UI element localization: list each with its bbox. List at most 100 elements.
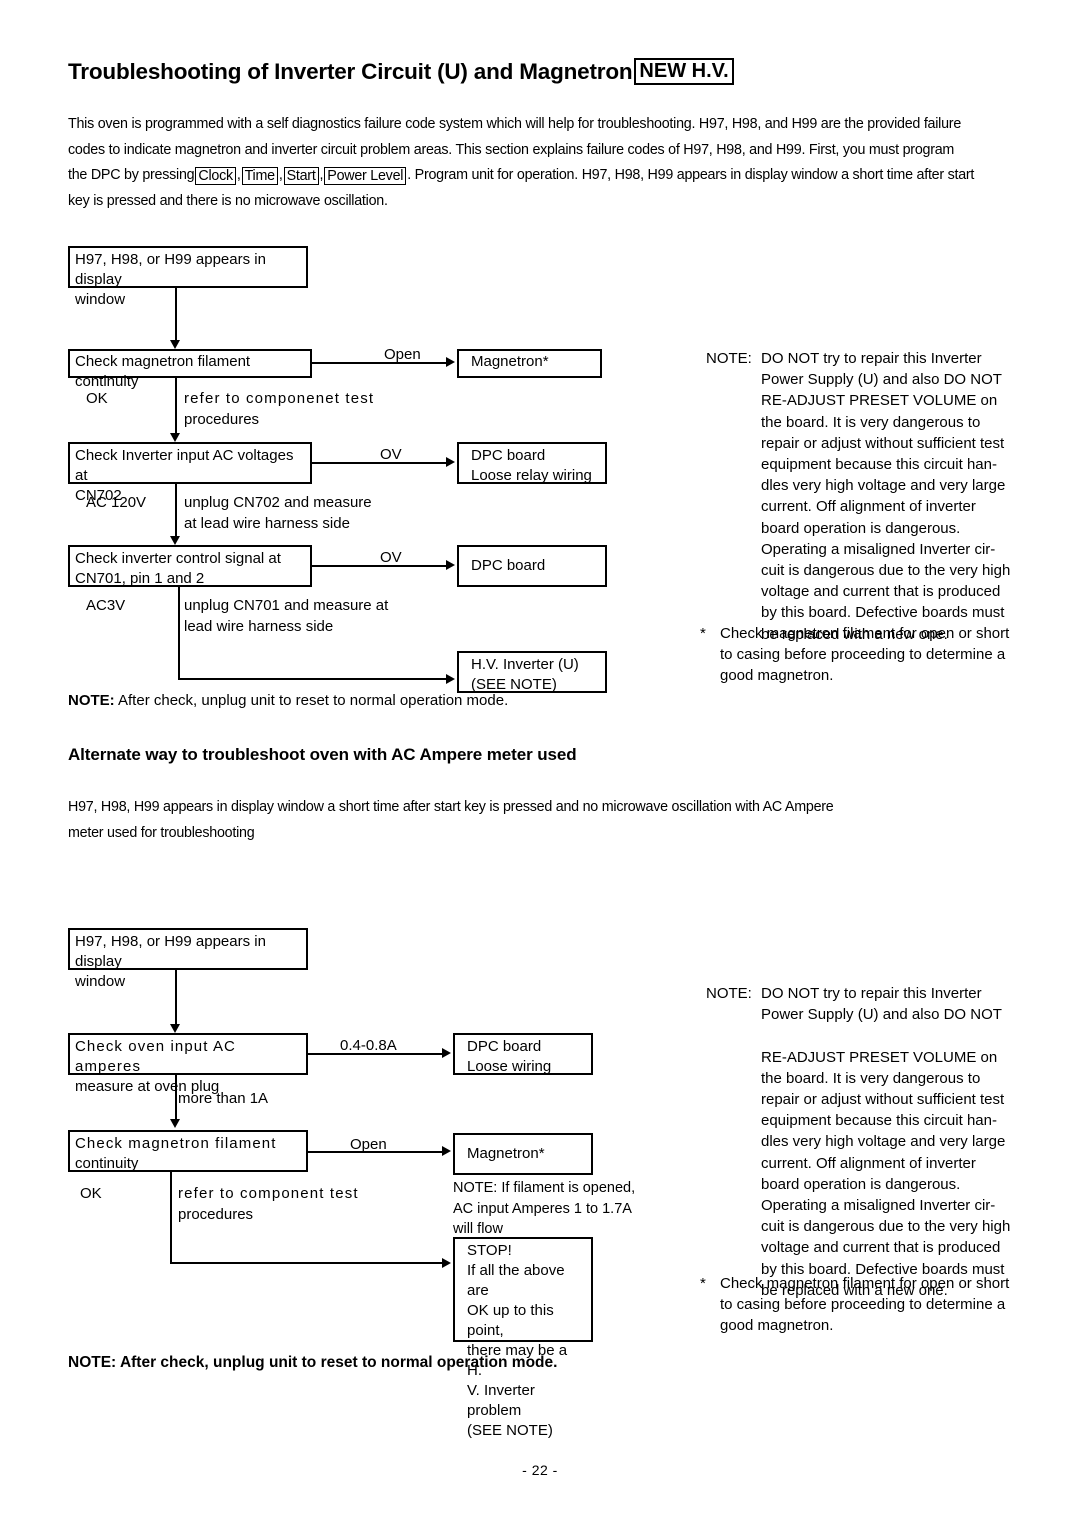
flow2-arrow-1 (170, 1024, 180, 1033)
flow2-arrow-3 (442, 1258, 451, 1268)
note2-indent-1 (706, 1004, 761, 1025)
note1-indent-1 (706, 369, 761, 390)
note1-row-3: the board. It is very dangerous to (706, 412, 1010, 433)
flow1-check-cn701-box: Check inverter control signal at CN701, … (68, 545, 312, 587)
flow2-connector-1 (175, 970, 177, 1028)
flow1-arrow-4 (446, 674, 455, 684)
star-note-1-row-0: * Check magnetron filament for open or sh… (700, 623, 1009, 644)
flow1-ok-label: OK (86, 390, 108, 407)
flow1-arrow-1 (170, 340, 180, 349)
flow2-connector-3-horizontal (170, 1262, 444, 1264)
star-note-1-line-0: Check magnetron filament for open or sho… (720, 625, 1010, 642)
note2-line-8: current. Off alignment of inverter (761, 1154, 976, 1172)
flow2-dpc-loose-line-2: Loose wiring (467, 1058, 552, 1075)
note2-row-4: the board. It is very dangerous to (706, 1068, 1010, 1089)
note1-indent-7 (706, 496, 761, 517)
note1-line-6: dles very high voltage and very large (761, 477, 1006, 495)
note1-row-1: Power Supply (U) and also DO NOT (706, 369, 1010, 390)
flow1-branch-ov1-arrow (446, 457, 455, 467)
star-note-1-row-2: good magnetron. (700, 665, 1009, 686)
note1-row-10: cuit is dangerous due to the very high (706, 560, 1010, 581)
star-note-2-row-2: good magnetron. (700, 1315, 1009, 1336)
flow2-check-amperes-box: Check oven input AC amperes measure at o… (68, 1033, 308, 1095)
flow1-magnetron-box: Magnetron* (457, 349, 602, 378)
note2-line-0: DO NOT try to repair this Inverter (761, 985, 982, 1002)
star-note-1-marker: * (700, 625, 706, 642)
note1-line-0: DO NOT try to repair this Inverter (761, 350, 982, 367)
note1-indent-11 (706, 581, 761, 602)
intro-line-3: the DPC by pressing Clock, Time, Start, Powe… (68, 167, 975, 185)
page-title: Troubleshooting of Inverter Circuit (U) … (68, 58, 1018, 86)
note1-indent-9 (706, 539, 761, 560)
flow1-start-line-1: H97, H98, or H99 appears in display (75, 251, 266, 288)
flow2-magnetron-text: Magnetron* (467, 1145, 545, 1162)
flow1-check-filament-text: Check magnetron filament continuity (75, 353, 251, 390)
note1-indent-3 (706, 412, 761, 433)
flow2-start-line-2: window (75, 973, 126, 990)
flow2-stop-line-0: STOP! (467, 1242, 512, 1259)
note1-indent-8 (706, 518, 761, 539)
note1-row-12: by this board. Defective boards must (706, 602, 1010, 623)
flow1-connector-4-horizontal (178, 678, 448, 680)
star-note-1: * Check magnetron filament for open or sh… (700, 623, 1009, 687)
key-power-level[interactable]: Power Level (324, 167, 407, 185)
star-note-2-indent-2 (700, 1315, 720, 1336)
key-time[interactable]: Time (241, 167, 278, 185)
note1-label: NOTE: (706, 350, 752, 367)
note2-row-6: equipment because this circuit han- (706, 1110, 1010, 1131)
note1-line-3: the board. It is very dangerous to (761, 413, 981, 431)
flow1-refer-line-2: procedures (184, 411, 260, 428)
flow1-note-line: NOTE: After check, unplug unit to reset … (68, 690, 508, 711)
flow2-stop-line-1: If all the above are (467, 1262, 565, 1299)
flow1-branch-ov2-arrow (446, 560, 455, 570)
section2-heading: Alternate way to troubleshoot oven with … (68, 745, 577, 764)
flow1-arrow-3 (170, 536, 180, 545)
flow1-check-cn701-line-1: Check inverter control signal at (75, 550, 281, 567)
note1-line-5: equipment because this circuit han- (761, 456, 997, 474)
note2-line-7: dles very high voltage and very large (761, 1133, 1006, 1151)
note1-indent-2 (706, 390, 761, 411)
star-note-1-indent-2 (700, 665, 720, 686)
page-title-text: Troubleshooting of Inverter Circuit (U) … (68, 58, 633, 84)
section2-para-line-1: H97, H98, H99 appears in display window … (68, 799, 834, 815)
star-note-2-line-0: Check magnetron filament for open or sho… (720, 1275, 1010, 1292)
key-clock[interactable]: Clock (195, 167, 236, 185)
note2-indent-4 (706, 1068, 761, 1089)
flow1-connector-4 (178, 587, 180, 680)
note1-indent-6 (706, 475, 761, 496)
key-start[interactable]: Start (283, 167, 319, 185)
note1-indent-4 (706, 433, 761, 454)
flow2-side-note-line-1: NOTE: If filament is opened, (453, 1180, 636, 1196)
note-column-1: NOTE: DO NOT try to repair this Inverter… (706, 348, 1010, 645)
flow2-refer-line-1: refer to component test (178, 1185, 359, 1202)
flow2-arrow-2 (170, 1119, 180, 1128)
note1-line-2: RE-ADJUST PRESET VOLUME on (761, 392, 998, 410)
flow2-side-note-line-2: AC input Amperes 1 to 1.7A (453, 1200, 632, 1217)
note2-line-3: RE-ADJUST PRESET VOLUME on (761, 1048, 998, 1066)
intro-line-4: key is pressed and there is no microwave… (68, 192, 388, 209)
note1-row-9: Operating a misaligned Inverter cir- (706, 539, 1010, 560)
flow1-dpc-text: DPC board (471, 557, 546, 574)
flow1-check-cn702-box: Check Inverter input AC voltages at CN70… (68, 442, 312, 504)
note2-row-7: dles very high voltage and very large (706, 1131, 1010, 1152)
note1-row-11: voltage and current that is produced (706, 581, 1010, 602)
flow2-stop-line-2: OK up to this point, (467, 1302, 554, 1339)
flow1-dpc-relay-line-2: Loose relay wiring (471, 467, 592, 484)
flow1-arrow-2 (170, 433, 180, 442)
star-note-1-line-1: to casing before proceeding to determine… (720, 646, 1006, 664)
flow2-branch-open-label: Open (350, 1136, 387, 1153)
flow2-stop-box: STOP! If all the above are OK up to this… (453, 1237, 593, 1439)
flow2-dpc-loose-box: DPC board Loose wiring (453, 1033, 593, 1075)
star-note-2-marker: * (700, 1275, 706, 1292)
flow1-refer-line-1: refer to componenet test (184, 390, 375, 407)
note1-row-4: repair or adjust without sufficient test (706, 433, 1010, 454)
note1-line-4: repair or adjust without sufficient test (761, 434, 1005, 452)
flow1-magnetron-text: Magnetron* (471, 353, 549, 370)
flow2-more-than-1a-label: more than 1A (178, 1090, 269, 1107)
intro-paragraph: This oven is programmed with a self diag… (68, 112, 1018, 214)
note2-line-1: Power Supply (U) and also DO NOT (761, 1006, 1002, 1024)
flow1-connector-2 (175, 378, 177, 436)
new-hv-badge: NEW H.V. (634, 58, 734, 86)
note2-indent-3 (706, 1047, 761, 1068)
note1-indent-10 (706, 560, 761, 581)
